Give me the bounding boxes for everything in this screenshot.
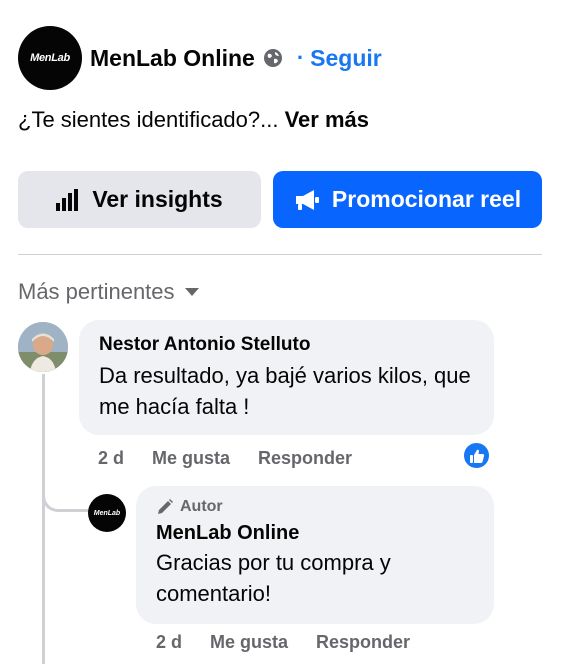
reply-author[interactable]: MenLab Online bbox=[156, 522, 474, 545]
sort-label: Más pertinentes bbox=[18, 279, 175, 304]
promote-reel-label: Promocionar reel bbox=[331, 186, 522, 212]
comment-text: Da resultado, ya bajé varios kilos, que … bbox=[99, 363, 471, 419]
comment-actions: 2 d Me gusta Responder bbox=[98, 448, 380, 469]
author-badge-label: Autor bbox=[180, 498, 223, 515]
commenter-avatar[interactable] bbox=[18, 322, 68, 372]
globe-icon bbox=[263, 48, 283, 68]
like-reaction-icon[interactable] bbox=[462, 441, 491, 470]
megaphone-icon bbox=[295, 189, 319, 210]
page-avatar-logo-text: MenLab bbox=[30, 52, 70, 64]
comment-bubble: Nestor Antonio Stelluto Da resultado, ya… bbox=[79, 320, 494, 435]
comment-like-button[interactable]: Me gusta bbox=[152, 448, 230, 469]
reply-avatar-logo-text: MenLab bbox=[93, 509, 121, 517]
see-more-link[interactable]: Ver más bbox=[285, 107, 369, 132]
post-caption: ¿Te sientes identificado?... Ver más bbox=[18, 107, 369, 133]
divider bbox=[18, 254, 542, 255]
thread-connector bbox=[42, 472, 88, 512]
caption-text: ¿Te sientes identificado?... bbox=[18, 107, 285, 132]
author-badge: Autor bbox=[156, 498, 474, 516]
reply-like-button[interactable]: Me gusta bbox=[210, 632, 288, 653]
thread-line bbox=[42, 374, 45, 664]
follow-button[interactable]: Seguir bbox=[310, 45, 382, 72]
reply-reply-button[interactable]: Responder bbox=[316, 632, 410, 653]
caret-down-icon bbox=[184, 288, 199, 296]
post-header: MenLab MenLab Online · Seguir bbox=[18, 26, 382, 90]
bar-chart-icon bbox=[56, 188, 79, 211]
pen-icon bbox=[158, 499, 173, 514]
reply-avatar[interactable]: MenLab bbox=[88, 494, 126, 532]
comment-reply-button[interactable]: Responder bbox=[258, 448, 352, 469]
reply-actions: 2 d Me gusta Responder bbox=[156, 632, 438, 653]
view-insights-label: Ver insights bbox=[92, 186, 223, 212]
promote-reel-button[interactable]: Promocionar reel bbox=[273, 171, 542, 228]
reply-text: Gracias por tu compra y comentario! bbox=[156, 550, 391, 606]
reply-bubble: Autor MenLab Online Gracias por tu compr… bbox=[136, 486, 494, 624]
page-avatar[interactable]: MenLab bbox=[18, 26, 82, 90]
reply-timestamp[interactable]: 2 d bbox=[156, 632, 182, 653]
view-insights-button[interactable]: Ver insights bbox=[18, 171, 261, 228]
separator-dot: · bbox=[296, 45, 305, 70]
comment-timestamp[interactable]: 2 d bbox=[98, 448, 124, 469]
page-name[interactable]: MenLab Online bbox=[90, 45, 255, 72]
comment-author[interactable]: Nestor Antonio Stelluto bbox=[99, 334, 474, 356]
comments-sort-dropdown[interactable]: Más pertinentes bbox=[18, 279, 199, 305]
